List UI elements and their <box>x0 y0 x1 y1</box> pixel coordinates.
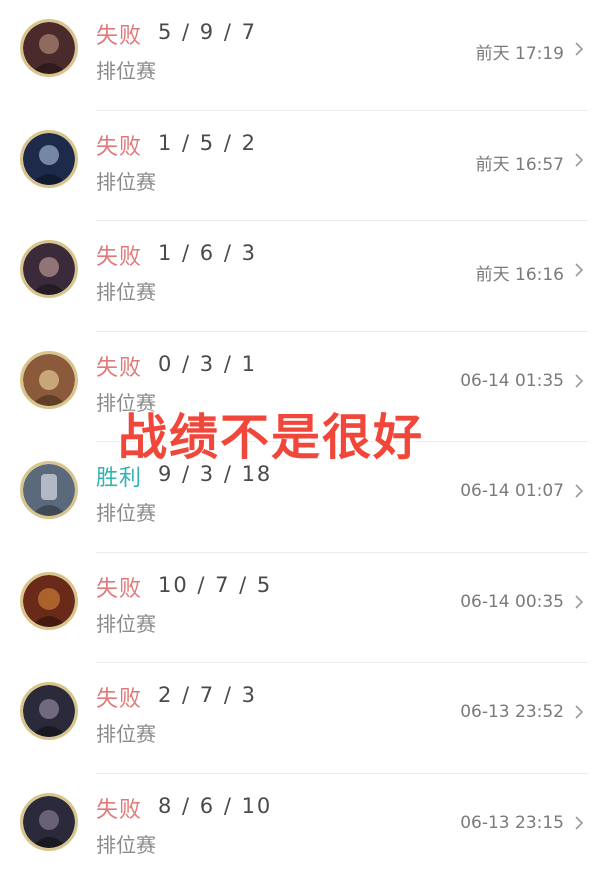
match-result-label: 失败 <box>96 571 142 603</box>
champion-portrait-icon <box>20 19 78 77</box>
champion-portrait-icon <box>20 461 78 519</box>
chevron-right-icon <box>572 152 586 168</box>
champion-portrait-icon <box>20 130 78 188</box>
match-row[interactable]: 失败 2 / 7 / 3 排位赛 06-13 23:52 <box>0 663 606 774</box>
game-mode-label: 排位赛 <box>96 608 156 637</box>
chevron-right-icon <box>572 41 586 57</box>
kda-text: 2 / 7 / 3 <box>158 683 257 707</box>
champion-portrait-icon <box>20 793 78 851</box>
game-mode-label: 排位赛 <box>96 276 156 305</box>
kda-text: 0 / 3 / 1 <box>158 352 257 376</box>
chevron-right-icon <box>572 262 586 278</box>
game-mode-label: 排位赛 <box>96 497 156 526</box>
match-time: 06-14 00:35 <box>460 592 564 612</box>
match-time: 前天 16:16 <box>476 260 564 285</box>
match-result-label: 失败 <box>96 18 142 50</box>
chevron-right-icon <box>572 594 586 610</box>
kda-text: 1 / 5 / 2 <box>158 131 257 155</box>
overlay-caption: 战绩不是很好 <box>118 398 424 469</box>
chevron-right-icon <box>572 815 586 831</box>
match-row[interactable]: 失败 8 / 6 / 10 排位赛 06-13 23:15 <box>0 774 606 884</box>
game-mode-label: 排位赛 <box>96 55 156 84</box>
champion-portrait-icon <box>20 351 78 409</box>
match-time: 前天 16:57 <box>476 150 564 175</box>
match-time: 06-13 23:52 <box>460 702 564 722</box>
kda-text: 10 / 7 / 5 <box>158 573 272 597</box>
match-result-label: 失败 <box>96 681 142 713</box>
kda-text: 8 / 6 / 10 <box>158 794 272 818</box>
match-result-label: 失败 <box>96 239 142 271</box>
match-time: 06-14 01:07 <box>460 481 564 501</box>
kda-text: 5 / 9 / 7 <box>158 20 257 44</box>
game-mode-label: 排位赛 <box>96 166 156 195</box>
match-result-label: 失败 <box>96 129 142 161</box>
chevron-right-icon <box>572 373 586 389</box>
match-time: 前天 17:19 <box>476 39 564 64</box>
match-result-label: 失败 <box>96 792 142 824</box>
match-time: 06-14 01:35 <box>460 371 564 391</box>
match-time: 06-13 23:15 <box>460 813 564 833</box>
match-result-label: 失败 <box>96 350 142 382</box>
kda-text: 1 / 6 / 3 <box>158 241 257 265</box>
champion-portrait-icon <box>20 240 78 298</box>
match-row[interactable]: 失败 1 / 6 / 3 排位赛 前天 16:16 <box>0 221 606 332</box>
champion-portrait-icon <box>20 682 78 740</box>
game-mode-label: 排位赛 <box>96 718 156 747</box>
match-row[interactable]: 失败 5 / 9 / 7 排位赛 前天 17:19 <box>0 0 606 111</box>
chevron-right-icon <box>572 483 586 499</box>
game-mode-label: 排位赛 <box>96 829 156 858</box>
chevron-right-icon <box>572 704 586 720</box>
match-row[interactable]: 失败 10 / 7 / 5 排位赛 06-14 00:35 <box>0 553 606 664</box>
match-row[interactable]: 失败 1 / 5 / 2 排位赛 前天 16:57 <box>0 111 606 222</box>
champion-portrait-icon <box>20 572 78 630</box>
